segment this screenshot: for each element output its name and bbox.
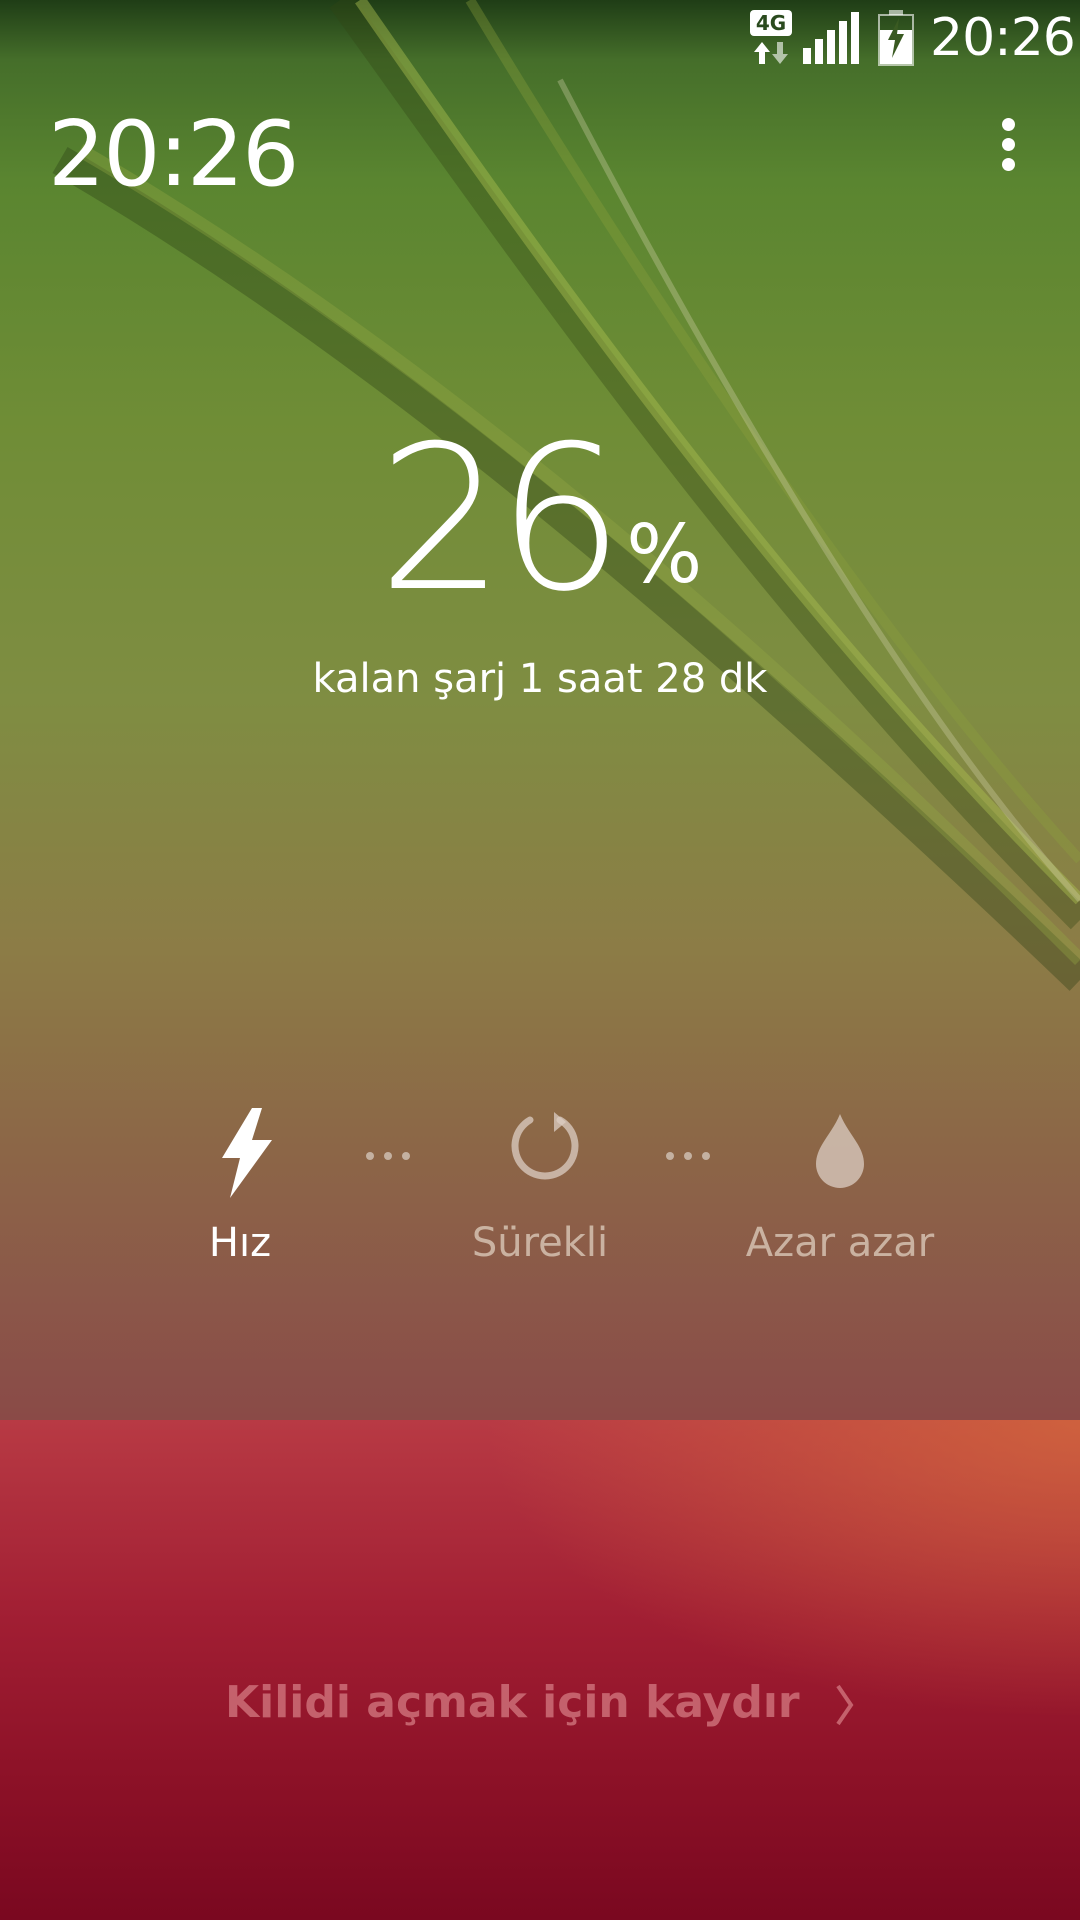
signal-icon — [803, 12, 859, 64]
unlock-text: Kilidi açmak için kaydır — [225, 1677, 800, 1728]
charge-mode-trickle: Azar azar — [710, 1100, 970, 1268]
charge-mode-label: Hız — [208, 1220, 272, 1266]
charge-mode-label: Sürekli — [471, 1220, 609, 1266]
status-bar: 4G 20:26 — [0, 0, 1080, 78]
battery-percent-value: 26 — [377, 403, 624, 636]
status-time: 20:26 — [930, 8, 1076, 68]
drop-icon — [816, 1114, 864, 1188]
network-indicator: 4G — [750, 10, 792, 68]
percent-sign: % — [626, 508, 703, 601]
charge-remaining-text: kalan şarj 1 saat 28 dk — [312, 656, 768, 702]
refresh-icon — [511, 1112, 579, 1180]
battery-charging-icon — [878, 10, 914, 66]
lightning-icon — [222, 1108, 272, 1198]
lock-clock: 20:26 — [48, 102, 299, 207]
charge-mode-speed: Hız — [110, 1100, 370, 1268]
lock-screen: 4G 20:26 20:26 26% kalan şarj 1 saat 28 — [0, 0, 1080, 1920]
swipe-to-unlock[interactable]: Kilidi açmak için kaydır — [0, 1675, 1080, 1731]
more-vert-icon[interactable] — [990, 118, 1026, 182]
unlock-panel[interactable] — [0, 1420, 1080, 1920]
charge-mode-label: Azar azar — [745, 1220, 935, 1266]
network-type-badge: 4G — [750, 10, 792, 36]
battery-percent: 26% — [0, 410, 1080, 630]
data-arrows-icon — [754, 42, 788, 64]
chevron-right-icon — [836, 1684, 854, 1726]
charge-mode-continuous: Sürekli — [410, 1100, 670, 1268]
